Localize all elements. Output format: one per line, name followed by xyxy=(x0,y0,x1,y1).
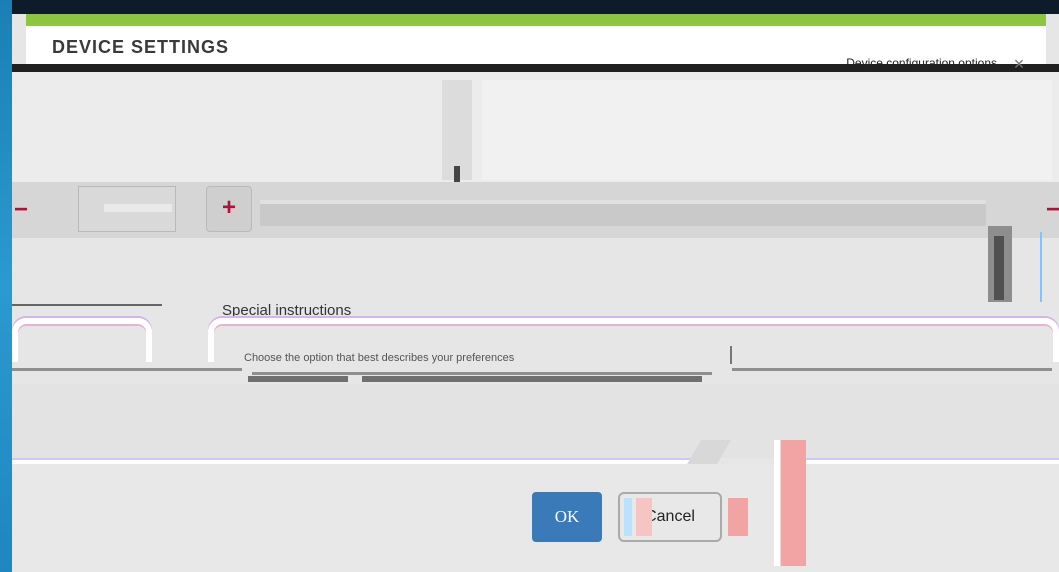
dropdown-value: Choose the option that best describes yo… xyxy=(244,352,515,364)
glitch-stripe xyxy=(774,440,806,566)
stepper-value-bar xyxy=(104,204,172,212)
section-rule xyxy=(12,304,162,306)
dropdown-caret xyxy=(730,346,732,364)
glitch-chunk xyxy=(248,376,348,382)
dialog-window: DEVICE SETTINGS Device configuration opt… xyxy=(12,0,1059,572)
slider-track[interactable] xyxy=(260,202,986,226)
title-bar xyxy=(12,0,1059,14)
panel-splitter[interactable] xyxy=(442,80,472,180)
scrollbar-thumb[interactable] xyxy=(994,236,1004,300)
splitter-handle[interactable] xyxy=(454,166,460,182)
left-minus-icon[interactable]: − xyxy=(14,196,28,224)
dialog-title: DEVICE SETTINGS xyxy=(52,37,230,57)
dialog-subtitle: Device configuration options xyxy=(846,56,997,70)
right-minus-icon[interactable]: − xyxy=(1046,196,1059,224)
cancel-accent xyxy=(624,498,632,536)
slider-highlight xyxy=(260,200,986,204)
glitch-chunk xyxy=(362,376,702,382)
glitch-line xyxy=(732,368,1052,371)
preview-panel xyxy=(482,80,1052,180)
cancel-button[interactable]: Cancel xyxy=(618,492,722,542)
glitch-block xyxy=(728,498,748,536)
focus-indicator xyxy=(1040,232,1042,302)
accent-bar xyxy=(26,14,1046,26)
cancel-accent xyxy=(636,498,652,536)
section-label: Special instructions xyxy=(222,302,352,319)
close-button[interactable]: × xyxy=(1009,54,1029,74)
glitch-line xyxy=(252,372,712,375)
increment-button[interactable]: + xyxy=(206,186,252,232)
glitch-line xyxy=(12,368,242,371)
ok-button[interactable]: OK xyxy=(532,492,602,542)
option-field-left[interactable] xyxy=(12,318,152,362)
content-area xyxy=(12,384,1059,458)
